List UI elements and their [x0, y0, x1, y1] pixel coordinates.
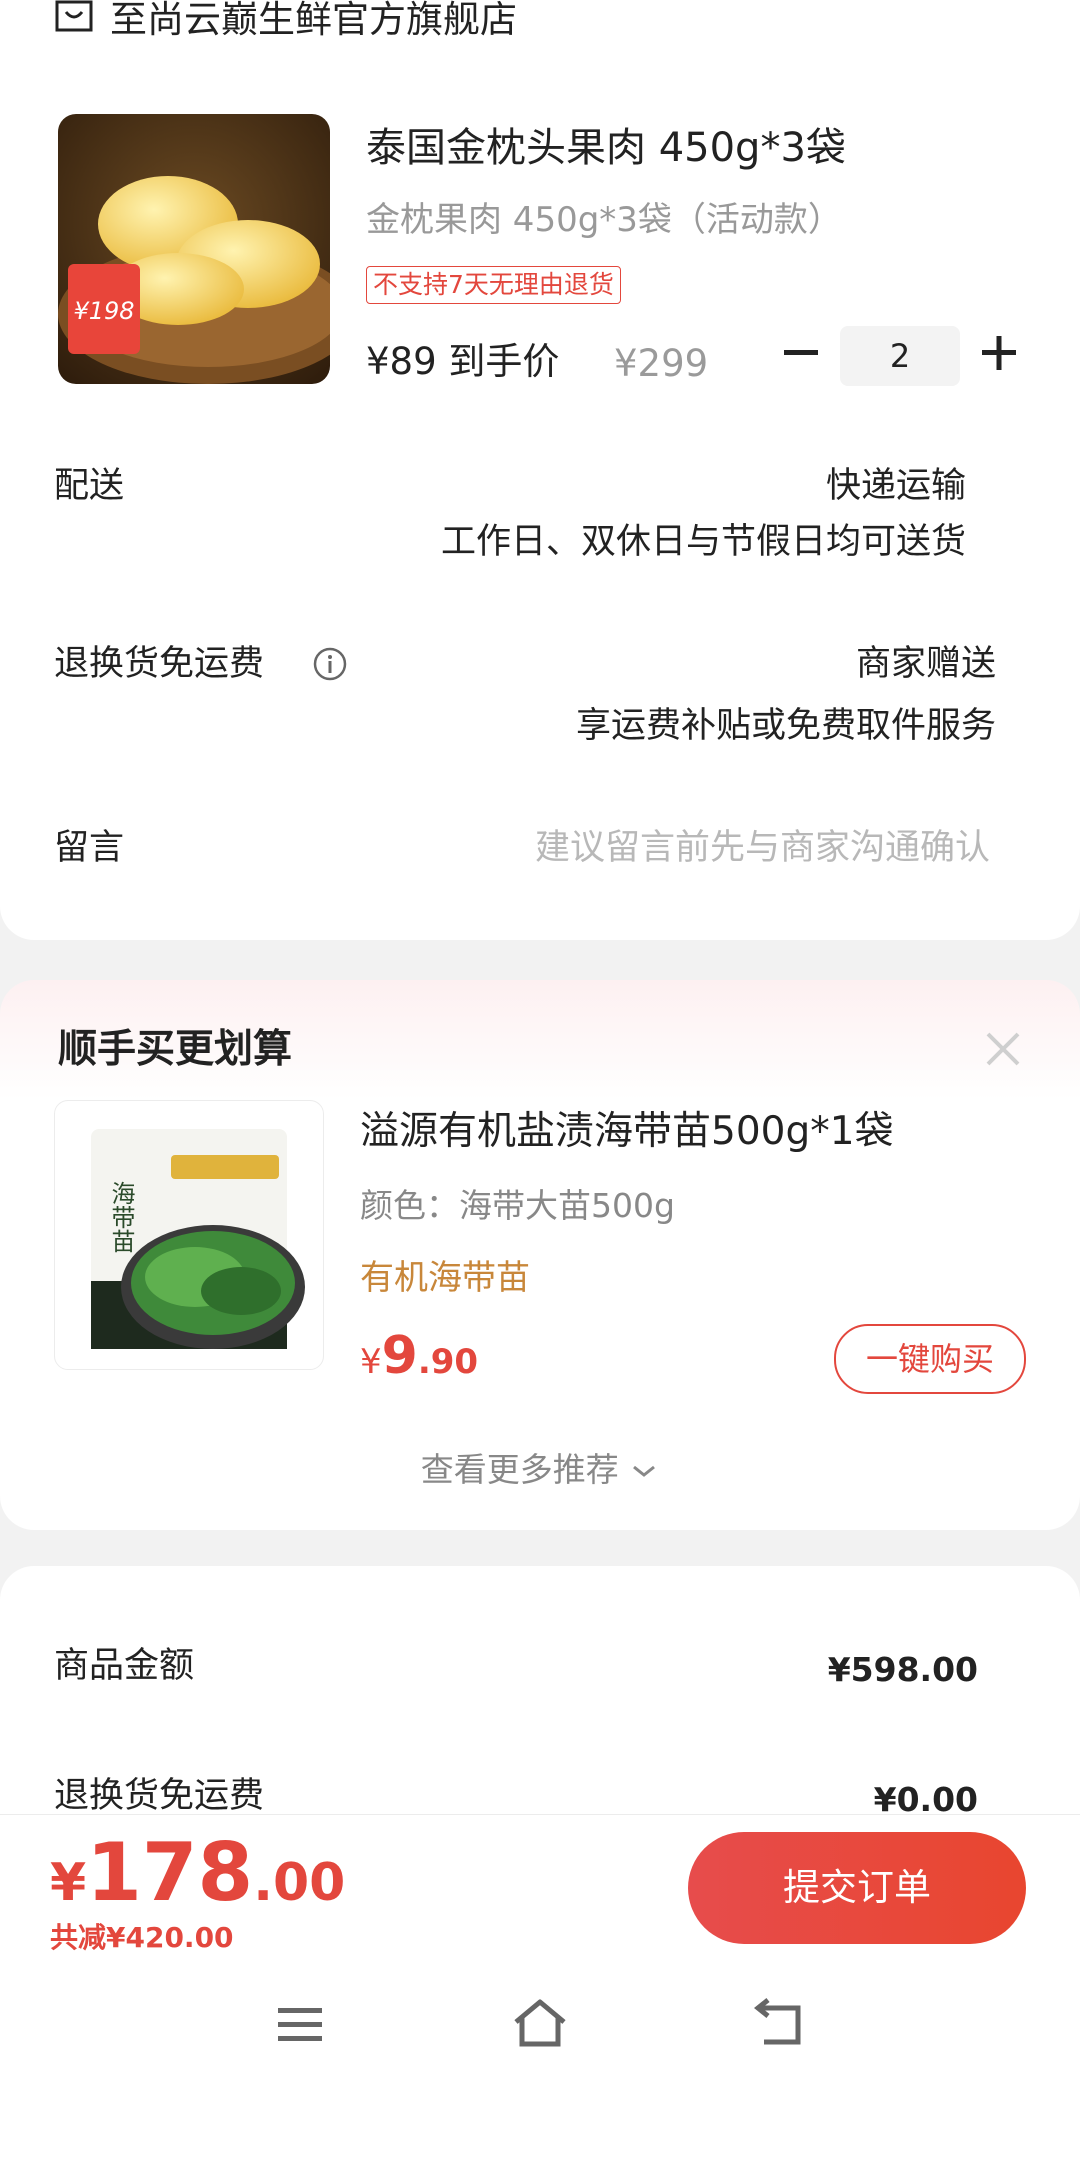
- total-price-currency: ¥: [50, 1853, 87, 1913]
- return-shipping-value: 商家赠送: [855, 644, 996, 684]
- discount-total[interactable]: 共减¥420.00: [50, 1918, 234, 1958]
- addon-price: ¥9.90: [360, 1326, 478, 1386]
- summary-goods-label: 商品金额: [54, 1646, 195, 1686]
- addon-product-spec: 颜色：海带大苗500g: [360, 1186, 675, 1225]
- product-title[interactable]: 泰国金枕头果肉 450g*3袋: [366, 120, 846, 176]
- addon-product-image[interactable]: 海带苗: [54, 1100, 324, 1370]
- summary-goods-value: ¥598.00: [827, 1650, 978, 1689]
- plus-icon[interactable]: [976, 330, 1022, 376]
- message-label: 留言: [54, 828, 125, 868]
- close-icon[interactable]: [980, 1026, 1026, 1072]
- minus-icon[interactable]: [778, 330, 824, 376]
- addon-price-decimal: .90: [417, 1342, 479, 1382]
- delivery-note: 工作日、双休日与节假日均可送货: [440, 522, 966, 562]
- addon-price-currency: ¥: [360, 1342, 382, 1382]
- back-icon[interactable]: [750, 1996, 810, 2052]
- quantity-input[interactable]: 2: [840, 326, 960, 386]
- submit-order-button[interactable]: 提交订单: [688, 1832, 1026, 1944]
- addon-product-name[interactable]: 溢源有机盐渍海带苗500g*1袋: [360, 1104, 894, 1160]
- total-price-decimal: .00: [253, 1853, 346, 1913]
- product-spec[interactable]: 金枕果肉 450g*3袋（活动款）: [366, 196, 842, 244]
- chevron-down-icon: [633, 1465, 656, 1477]
- store-name[interactable]: 至尚云巅生鲜官方旗舰店: [110, 0, 517, 40]
- product-final-price: ¥89 到手价: [366, 340, 560, 383]
- one-click-buy-button[interactable]: 一键购买: [834, 1324, 1026, 1394]
- product-image[interactable]: ¥198: [58, 114, 330, 384]
- summary-return-shipping-label: 退换货免运费: [54, 1776, 265, 1816]
- message-input[interactable]: 建议留言前先与商家沟通确认: [535, 824, 990, 872]
- info-icon[interactable]: [312, 646, 348, 682]
- delivery-label: 配送: [54, 466, 125, 506]
- product-original-price: ¥299: [614, 342, 709, 385]
- total-price: ¥178.00: [50, 1826, 345, 1919]
- store-icon: [55, 0, 93, 32]
- total-price-integer: 178: [86, 1826, 254, 1919]
- more-recommendations-label[interactable]: 查看更多推荐: [421, 1450, 619, 1489]
- return-shipping-label: 退换货免运费: [54, 644, 265, 684]
- delivery-method[interactable]: 快递运输: [826, 462, 966, 510]
- home-icon[interactable]: [510, 1996, 570, 2052]
- no-return-tag: 不支持7天无理由退货: [366, 266, 621, 304]
- addon-product-tag: 有机海带苗: [360, 1258, 530, 1298]
- menu-icon[interactable]: [270, 1996, 330, 2052]
- addon-title: 顺手买更划算: [58, 1027, 293, 1072]
- addon-package-text: 海带苗: [107, 1181, 135, 1253]
- addon-price-integer: 9: [381, 1326, 418, 1386]
- return-shipping-note: 享运费补贴或免费取件服务: [575, 706, 996, 746]
- product-image-badge: ¥198: [73, 297, 134, 325]
- more-recommendations-link[interactable]: 查看更多推荐: [0, 1446, 1080, 1494]
